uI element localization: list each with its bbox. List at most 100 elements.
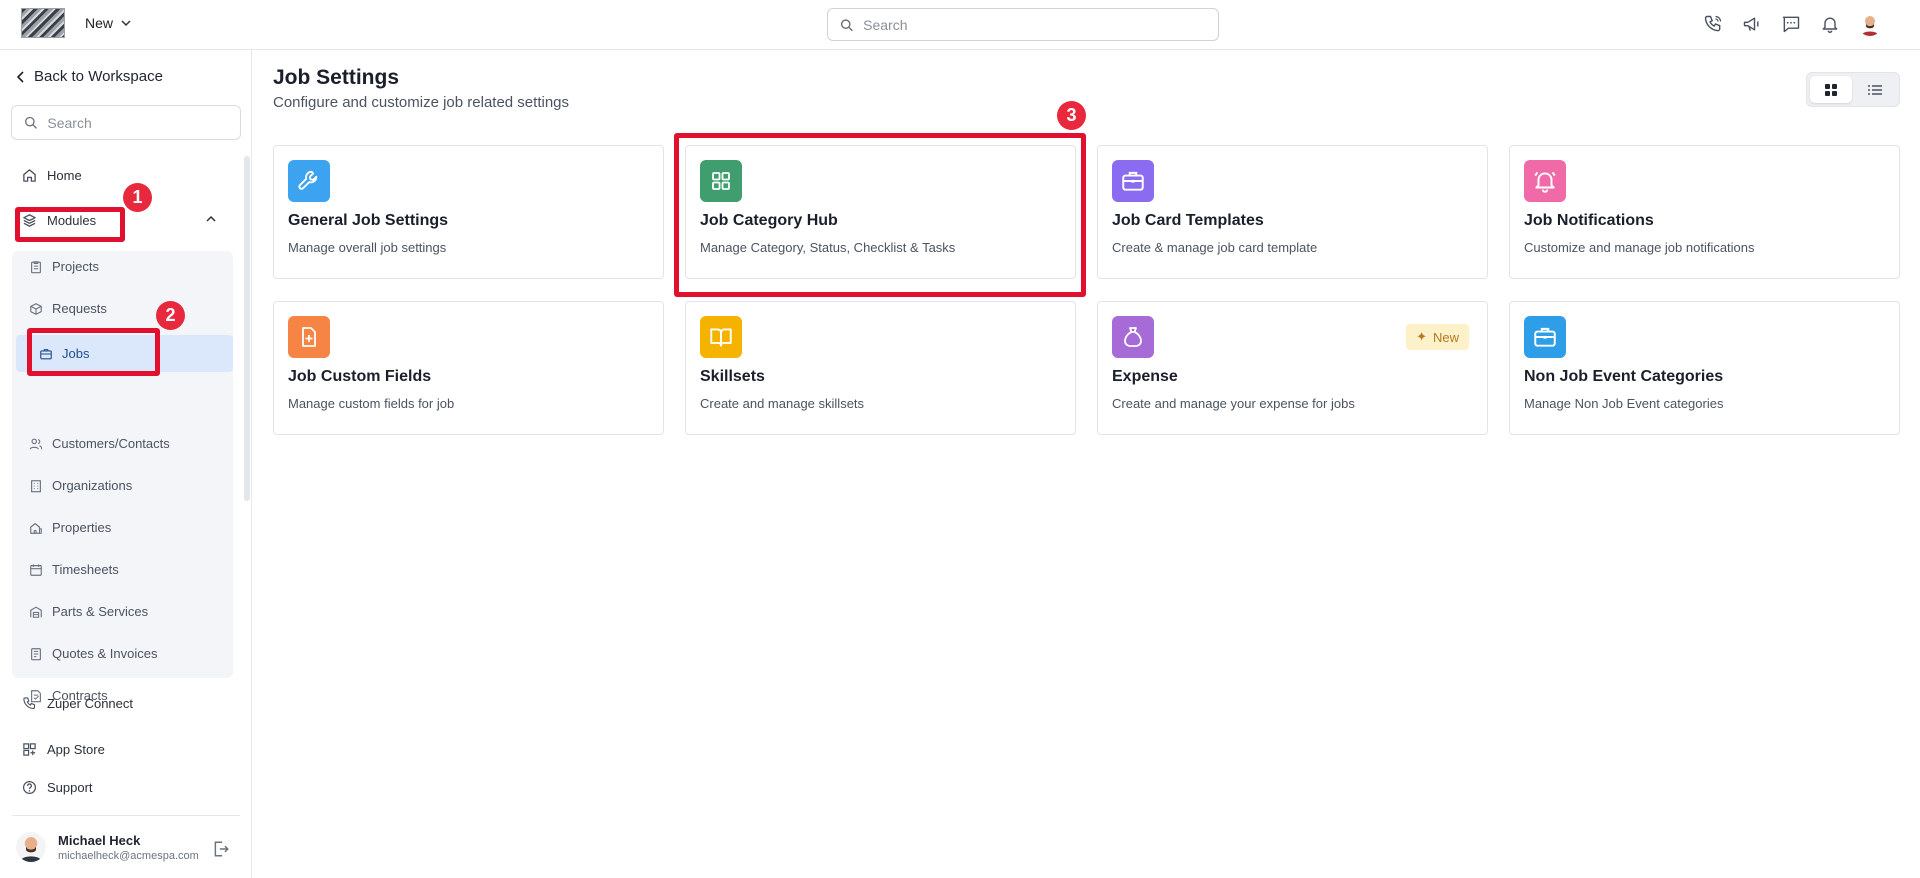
- back-label: Back to Workspace: [34, 68, 163, 85]
- sidebar-item-quotes-invoices[interactable]: Quotes & Invoices: [29, 646, 158, 661]
- card-expense[interactable]: ✦ New Expense Create and manage your exp…: [1097, 301, 1488, 435]
- property-icon: [30, 522, 42, 534]
- list-view-button[interactable]: [1855, 76, 1897, 103]
- help-icon: [22, 780, 37, 795]
- new-badge: ✦ New: [1406, 324, 1469, 350]
- card-job-custom-fields[interactable]: Job Custom Fields Manage custom fields f…: [273, 301, 664, 435]
- card-title: General Job Settings: [288, 212, 449, 229]
- sidebar-item-label: Jobs: [62, 346, 90, 361]
- sidebar-item-label: Properties: [52, 520, 112, 535]
- back-to-workspace-link[interactable]: Back to Workspace: [16, 68, 163, 85]
- file-plus-icon: [288, 316, 330, 358]
- sidebar-item-projects[interactable]: Projects: [29, 259, 99, 274]
- bell-icon[interactable]: [1819, 13, 1841, 35]
- page-subtitle: Configure and customize job related sett…: [273, 94, 570, 111]
- sidebar-item-customers[interactable]: Customers/Contacts: [29, 436, 170, 451]
- user-avatar[interactable]: [1858, 12, 1882, 36]
- sidebar-item-requests[interactable]: Requests: [29, 301, 107, 316]
- sidebar-item-label: Support: [47, 780, 93, 795]
- phone-icon: [23, 697, 36, 710]
- card-title: Job Custom Fields: [288, 368, 432, 385]
- user-email: michaelheck@acmespa.com: [58, 849, 199, 862]
- phone-icon[interactable]: [1702, 13, 1724, 35]
- sidebar-search-input[interactable]: [47, 114, 240, 131]
- sidebar-item-timesheets[interactable]: Timesheets: [29, 562, 119, 577]
- card-description: Create and manage your expense for jobs: [1112, 396, 1355, 411]
- sidebar-item-modules[interactable]: Modules: [22, 213, 96, 228]
- clipboard-icon: [31, 260, 41, 273]
- logout-icon[interactable]: [212, 840, 230, 858]
- sidebar-item-support[interactable]: Support: [22, 780, 93, 795]
- chevron-up-icon[interactable]: [205, 213, 217, 225]
- calendar-icon: [30, 563, 42, 576]
- sidebar-item-label: Organizations: [52, 478, 133, 493]
- card-non-job-event-categories[interactable]: Non Job Event Categories Manage Non Job …: [1509, 301, 1900, 435]
- company-logo[interactable]: [21, 8, 65, 38]
- annotation-badge-3: 3: [1057, 101, 1086, 130]
- sidebar-item-zuper-connect[interactable]: Zuper Connect: [22, 696, 133, 711]
- card-general-job-settings[interactable]: General Job Settings Manage overall job …: [273, 145, 664, 279]
- wrench-icon: [288, 160, 330, 202]
- card-title: Job Category Hub: [700, 212, 838, 229]
- annotation-badge-2: 2: [156, 301, 185, 330]
- bell-icon: [1524, 160, 1566, 202]
- user-name: Michael Heck: [58, 832, 141, 848]
- new-dropdown-button[interactable]: New: [85, 15, 131, 31]
- top-actions: [1702, 12, 1882, 36]
- grid-icon: [700, 160, 742, 202]
- book-icon: [700, 316, 742, 358]
- sidebar-item-jobs[interactable]: Jobs: [16, 335, 233, 372]
- card-description: Manage Category, Status, Checklist & Tas…: [700, 240, 956, 255]
- briefcase-icon: [40, 348, 52, 359]
- sidebar-item-properties[interactable]: Properties: [29, 520, 111, 535]
- briefcase-icon: [1112, 160, 1154, 202]
- search-icon: [25, 116, 38, 129]
- sidebar-item-label: Quotes & Invoices: [52, 646, 158, 661]
- card-job-category-hub[interactable]: Job Category Hub Manage Category, Status…: [685, 145, 1076, 279]
- card-title: Skillsets: [700, 368, 765, 385]
- card-title: Expense: [1112, 368, 1178, 385]
- card-title: Job Card Templates: [1112, 212, 1264, 229]
- sidebar: Back to Workspace Home Modules Projects …: [0, 50, 252, 878]
- sidebar-item-label: App Store: [47, 742, 105, 757]
- sidebar-item-app-store[interactable]: App Store: [22, 742, 105, 757]
- sidebar-scrollbar[interactable]: [244, 156, 250, 501]
- briefcase-icon: [1524, 316, 1566, 358]
- sidebar-item-home[interactable]: Home: [22, 168, 82, 183]
- building-icon: [31, 479, 41, 492]
- avatar: [16, 832, 46, 862]
- new-button-label: New: [85, 15, 114, 31]
- sidebar-item-organizations[interactable]: Organizations: [29, 478, 132, 493]
- warehouse-icon: [30, 606, 42, 618]
- card-job-notifications[interactable]: Job Notifications Customize and manage j…: [1509, 145, 1900, 279]
- sidebar-item-label: Customers/Contacts: [52, 436, 170, 451]
- chat-icon[interactable]: [1780, 13, 1802, 35]
- page-title: Job Settings: [273, 66, 400, 89]
- card-skillsets[interactable]: Skillsets Create and manage skillsets: [685, 301, 1076, 435]
- global-search[interactable]: [827, 8, 1219, 41]
- sidebar-search[interactable]: [11, 105, 241, 140]
- apps-icon: [23, 743, 36, 756]
- view-toggle: [1806, 72, 1900, 107]
- search-icon: [840, 18, 853, 31]
- chevron-down-icon: [121, 20, 131, 27]
- top-bar: New: [0, 0, 1920, 50]
- annotation-badge-1: 1: [123, 183, 152, 212]
- sidebar-item-label: Requests: [52, 301, 107, 316]
- sidebar-divider: [12, 815, 240, 816]
- user-profile[interactable]: Michael Heck michaelheck@acmespa.com: [16, 832, 199, 862]
- grid-view-button[interactable]: [1810, 76, 1852, 103]
- money-bag-icon: [1112, 316, 1154, 358]
- megaphone-icon[interactable]: [1741, 13, 1763, 35]
- sidebar-item-parts-services[interactable]: Parts & Services: [29, 604, 148, 619]
- sidebar-item-label: Timesheets: [52, 562, 119, 577]
- global-search-input[interactable]: [863, 16, 1218, 33]
- card-description: Manage Non Job Event categories: [1524, 396, 1724, 411]
- card-description: Create and manage skillsets: [700, 396, 865, 411]
- badge-label: New: [1432, 329, 1459, 345]
- card-job-card-templates[interactable]: Job Card Templates Create & manage job c…: [1097, 145, 1488, 279]
- chevron-left-icon: [16, 70, 24, 83]
- card-description: Manage overall job settings: [288, 240, 447, 255]
- sidebar-item-label: Home: [47, 168, 82, 183]
- home-icon: [23, 169, 36, 182]
